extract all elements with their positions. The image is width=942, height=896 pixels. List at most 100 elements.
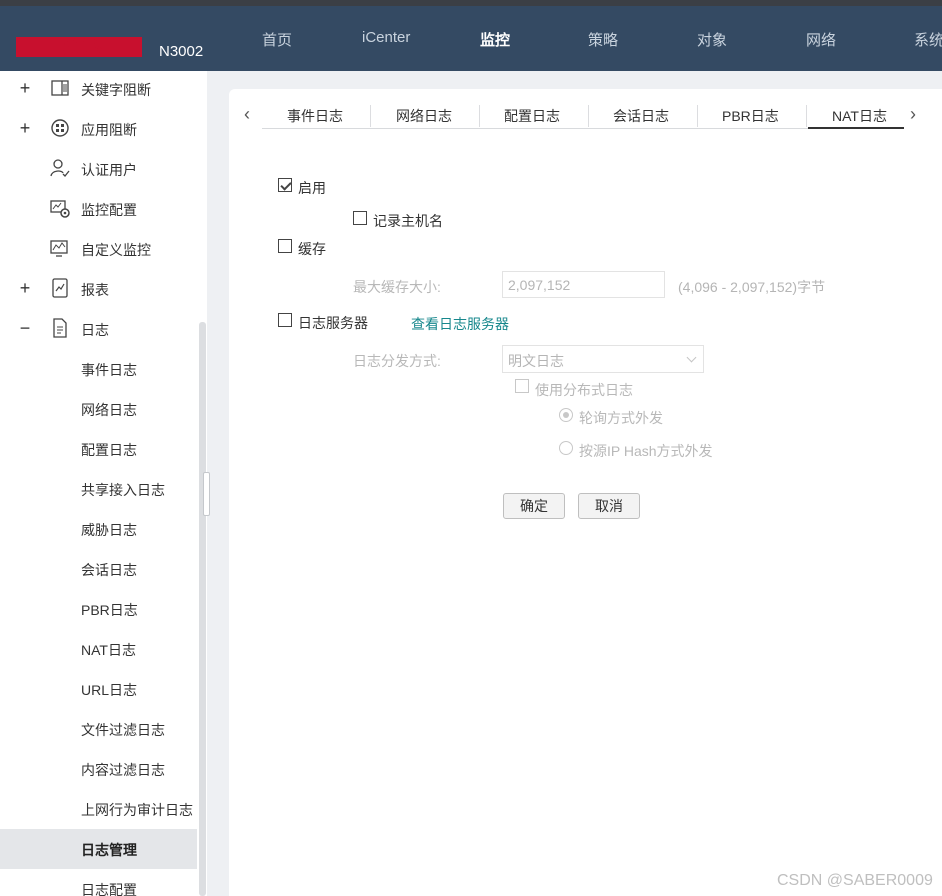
sidebar-item-shared-access-log[interactable]: 共享接入日志 — [0, 469, 197, 509]
max-cache-input[interactable]: 2,097,152 — [502, 271, 665, 298]
nav-home[interactable]: 首页 — [262, 29, 292, 50]
sidebar-item-label: 监控配置 — [81, 202, 137, 218]
nav-monitor[interactable]: 监控 — [480, 29, 510, 50]
distribution-method-select[interactable]: 明文日志 — [502, 345, 704, 373]
active-tab-indicator — [808, 127, 904, 129]
sidebar-item-url-log[interactable]: URL日志 — [0, 669, 197, 709]
cache-checkbox[interactable] — [278, 239, 292, 253]
dcn-logo: DCN — [16, 34, 142, 60]
log-document-icon — [53, 318, 67, 338]
tab-event-log[interactable]: 事件日志 — [287, 106, 343, 126]
sidebar-item-web-audit-log[interactable]: 上网行为审计日志 — [0, 789, 197, 829]
sidebar-item-label: 报表 — [81, 282, 109, 298]
sidebar: + 关键字阻断 + 应用阻断 认证用户 监控配置 自定义监控 + 报表 − 日志… — [0, 71, 207, 896]
ok-button[interactable]: 确定 — [503, 493, 565, 519]
cache-label: 缓存 — [298, 241, 326, 257]
cancel-button[interactable]: 取消 — [578, 493, 640, 519]
sidebar-item-log[interactable]: − 日志 — [0, 309, 197, 349]
round-robin-radio[interactable] — [559, 408, 573, 422]
sidebar-item-label: 内容过滤日志 — [81, 762, 165, 778]
sidebar-item-label: 事件日志 — [81, 362, 137, 378]
collapse-icon[interactable]: − — [17, 319, 33, 337]
sidebar-item-monitor-config[interactable]: 监控配置 — [0, 189, 197, 229]
sidebar-item-network-log[interactable]: 网络日志 — [0, 389, 197, 429]
tab-separator — [697, 105, 698, 127]
sidebar-item-content-filter-log[interactable]: 内容过滤日志 — [0, 749, 197, 789]
distribution-method-value: 明文日志 — [508, 353, 564, 369]
distribution-method-label: 日志分发方式: — [353, 353, 441, 369]
tab-nat-log[interactable]: NAT日志 — [832, 106, 887, 126]
sidebar-item-pbr-log[interactable]: PBR日志 — [0, 589, 197, 629]
user-check-icon — [50, 159, 70, 177]
distributed-log-checkbox[interactable] — [515, 379, 529, 393]
sidebar-item-label: 应用阻断 — [81, 122, 137, 138]
sidebar-item-custom-monitor[interactable]: 自定义监控 — [0, 229, 197, 269]
sidebar-item-file-filter-log[interactable]: 文件过滤日志 — [0, 709, 197, 749]
expand-icon[interactable]: + — [17, 119, 33, 137]
tab-network-log[interactable]: 网络日志 — [396, 106, 452, 126]
chevron-down-icon — [686, 352, 697, 363]
sidebar-item-app-block[interactable]: + 应用阻断 — [0, 109, 197, 149]
max-cache-label: 最大缓存大小: — [353, 279, 441, 295]
tab-scroll-left-icon[interactable]: ‹ — [244, 104, 250, 125]
sidebar-item-report[interactable]: + 报表 — [0, 269, 197, 309]
sidebar-item-event-log[interactable]: 事件日志 — [0, 349, 197, 389]
tab-separator — [806, 105, 807, 127]
nav-policy[interactable]: 策略 — [588, 29, 618, 50]
enable-label: 启用 — [298, 180, 326, 196]
sidebar-item-label: 日志管理 — [81, 842, 137, 858]
sidebar-collapse-handle[interactable] — [203, 472, 210, 516]
watermark: CSDN @SABER0009 — [777, 872, 933, 889]
round-robin-label: 轮询方式外发 — [579, 410, 663, 426]
sidebar-item-nat-log[interactable]: NAT日志 — [0, 629, 197, 669]
sidebar-item-label: 关键字阻断 — [81, 82, 151, 98]
tab-pbr-log[interactable]: PBR日志 — [722, 106, 779, 126]
sidebar-item-label: 威胁日志 — [81, 522, 137, 538]
sidebar-item-label: 会话日志 — [81, 562, 137, 578]
top-header: DCN N3002 — [0, 6, 942, 71]
sidebar-item-session-log[interactable]: 会话日志 — [0, 549, 197, 589]
sidebar-item-label: URL日志 — [81, 682, 138, 698]
sidebar-item-label: 日志配置 — [81, 882, 137, 896]
sidebar-item-log-config[interactable]: 日志配置 — [0, 869, 197, 896]
tab-separator — [370, 105, 371, 127]
sidebar-item-label: PBR日志 — [81, 602, 138, 618]
nav-icenter[interactable]: iCenter — [362, 29, 410, 46]
sidebar-scrollbar[interactable] — [199, 322, 206, 896]
sidebar-item-label: 文件过滤日志 — [81, 722, 165, 738]
record-hostname-checkbox[interactable] — [353, 211, 367, 225]
svg-text:DCN: DCN — [51, 34, 107, 60]
sidebar-item-label: 认证用户 — [81, 162, 137, 178]
sidebar-item-log-management[interactable]: 日志管理 — [0, 829, 197, 869]
max-cache-range-hint: (4,096 - 2,097,152)字节 — [678, 279, 826, 295]
log-server-label: 日志服务器 — [298, 315, 368, 331]
sidebar-item-label: 日志 — [81, 322, 109, 338]
monitor-config-icon — [50, 200, 70, 218]
tab-separator — [479, 105, 480, 127]
report-icon — [52, 278, 68, 298]
nav-network[interactable]: 网络 — [806, 29, 836, 50]
view-log-server-link[interactable]: 查看日志服务器 — [411, 314, 509, 334]
tab-session-log[interactable]: 会话日志 — [613, 106, 669, 126]
keyword-block-icon — [51, 80, 69, 96]
sidebar-item-auth-users[interactable]: 认证用户 — [0, 149, 197, 189]
log-server-checkbox[interactable] — [278, 313, 292, 327]
expand-icon[interactable]: + — [17, 79, 33, 97]
custom-monitor-icon — [50, 240, 68, 257]
enable-checkbox[interactable] — [278, 178, 292, 192]
tab-separator — [588, 105, 589, 127]
sidebar-item-keyword-block[interactable]: + 关键字阻断 — [0, 71, 197, 109]
sidebar-item-label: 自定义监控 — [81, 242, 151, 258]
nav-object[interactable]: 对象 — [697, 29, 727, 50]
sidebar-item-label: 上网行为审计日志 — [81, 802, 193, 818]
sidebar-item-threat-log[interactable]: 威胁日志 — [0, 509, 197, 549]
sidebar-item-label: NAT日志 — [81, 642, 136, 658]
tab-config-log[interactable]: 配置日志 — [504, 106, 560, 126]
src-ip-hash-radio[interactable] — [559, 441, 573, 455]
sidebar-item-config-log[interactable]: 配置日志 — [0, 429, 197, 469]
nav-system[interactable]: 系统 — [914, 29, 942, 50]
sidebar-item-label: 配置日志 — [81, 442, 137, 458]
tab-scroll-right-icon[interactable]: › — [910, 104, 916, 125]
expand-icon[interactable]: + — [17, 279, 33, 297]
model-label: N3002 — [159, 43, 204, 60]
